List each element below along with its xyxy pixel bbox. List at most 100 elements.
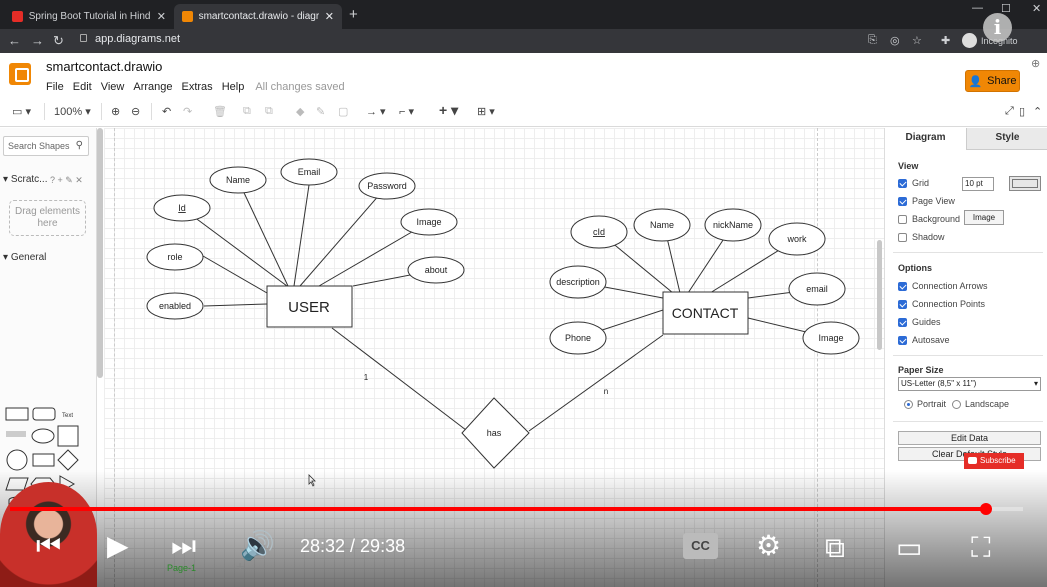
landscape-radio[interactable] bbox=[952, 399, 961, 409]
connection-icon[interactable]: → ▾ bbox=[366, 105, 386, 118]
portrait-option[interactable]: Portrait bbox=[904, 399, 946, 409]
grid-size-input[interactable]: 10 pt bbox=[962, 177, 994, 191]
portrait-radio[interactable] bbox=[904, 399, 913, 409]
grid-checkbox[interactable] bbox=[898, 178, 907, 188]
tab-style[interactable]: Style bbox=[966, 128, 1047, 150]
table-icon[interactable]: ⊞ ▾ bbox=[477, 105, 495, 118]
eye-off-icon[interactable]: ◎ bbox=[890, 34, 900, 47]
background-image-button[interactable]: Image bbox=[964, 210, 1004, 225]
previous-icon[interactable]: ⏮ bbox=[36, 527, 61, 565]
shadow-icon[interactable]: ▢ bbox=[338, 105, 348, 118]
paper-size-value: US-Letter (8,5" x 11") bbox=[901, 379, 977, 388]
browser-tab-drawio[interactable]: smartcontact.drawio - diagrams.n ✕ bbox=[174, 4, 342, 29]
profile-avatar[interactable] bbox=[962, 33, 977, 48]
waypoints-icon[interactable]: ⌐ ▾ bbox=[399, 105, 414, 118]
redo-icon[interactable]: ↷ bbox=[183, 105, 192, 118]
zoom-out-icon[interactable]: ⊖ bbox=[131, 105, 140, 118]
window-close-icon[interactable]: ✕ bbox=[1032, 2, 1041, 15]
miniplayer-icon[interactable]: ⧉ bbox=[825, 529, 845, 567]
view-section-label: View bbox=[898, 161, 919, 171]
background-checkbox[interactable] bbox=[898, 214, 907, 224]
video-progress-bar[interactable] bbox=[10, 503, 1023, 515]
share-button[interactable]: 👤 Share bbox=[965, 70, 1020, 92]
guides-checkbox[interactable] bbox=[898, 317, 907, 327]
search-icon[interactable]: ⚲ bbox=[76, 140, 83, 151]
connection-points-option[interactable]: Connection Points bbox=[898, 299, 985, 309]
globe-icon[interactable]: ⊕ bbox=[1031, 57, 1040, 70]
guides-option[interactable]: Guides bbox=[898, 317, 941, 327]
menu-file[interactable]: File bbox=[46, 81, 64, 93]
add-page-icon[interactable]: + bbox=[236, 558, 244, 574]
play-icon[interactable]: ▶ bbox=[107, 527, 129, 565]
page-view-option[interactable]: Page View bbox=[898, 196, 955, 206]
search-shapes-input[interactable]: Search Shapes ⚲ bbox=[3, 136, 89, 156]
to-back-icon[interactable]: ⧉ bbox=[265, 105, 273, 118]
edit-data-button[interactable]: Edit Data bbox=[898, 431, 1041, 445]
video-controls-gradient bbox=[0, 470, 1047, 587]
shadow-option[interactable]: Shadow bbox=[898, 232, 945, 242]
scratchpad-header[interactable]: ▾ Scratc... bbox=[3, 174, 48, 185]
general-header[interactable]: ▾ General bbox=[3, 252, 46, 263]
connection-arrows-checkbox[interactable] bbox=[898, 281, 907, 291]
file-name[interactable]: smartcontact.drawio bbox=[46, 59, 162, 74]
menu-edit[interactable]: Edit bbox=[73, 81, 92, 93]
shadow-checkbox[interactable] bbox=[898, 232, 907, 242]
menu-help[interactable]: Help bbox=[222, 81, 245, 93]
to-front-icon[interactable]: ⧉ bbox=[243, 105, 251, 118]
page-tab[interactable]: Page-1 bbox=[167, 563, 196, 573]
zoom-select[interactable]: 100% ▾ bbox=[54, 105, 91, 118]
extensions-icon[interactable]: ✚ bbox=[941, 34, 950, 47]
scratchpad-drop-area[interactable]: Drag elements here bbox=[9, 200, 86, 236]
page-view-checkbox[interactable] bbox=[898, 196, 907, 206]
collapse-icon[interactable]: ⌃ bbox=[1033, 105, 1042, 118]
fill-color-icon[interactable]: ◆ bbox=[296, 105, 304, 118]
panel-toggle-icon[interactable]: ▯ bbox=[1019, 105, 1025, 118]
scratchpad-actions[interactable]: ? + ✎ ✕ bbox=[50, 175, 83, 186]
landscape-option[interactable]: Landscape bbox=[952, 399, 1009, 409]
volume-icon[interactable]: 🔊 bbox=[240, 527, 275, 565]
back-icon[interactable]: ← bbox=[8, 33, 21, 48]
minimize-icon[interactable]: — bbox=[972, 2, 983, 14]
menu-extras[interactable]: Extras bbox=[182, 81, 213, 93]
url-field[interactable]: app.diagrams.net bbox=[80, 33, 180, 45]
next-icon[interactable]: ⏭ bbox=[171, 527, 196, 565]
install-icon[interactable]: ⎘ bbox=[868, 34, 877, 47]
app-header: smartcontact.drawio File Edit View Arran… bbox=[0, 53, 1047, 97]
captions-button[interactable]: CC bbox=[683, 533, 718, 559]
canvas-scrollbar[interactable] bbox=[877, 240, 882, 350]
autosave-checkbox[interactable] bbox=[898, 335, 907, 345]
grid-color-picker[interactable] bbox=[1009, 176, 1041, 191]
paper-size-select[interactable]: US-Letter (8,5" x 11") ▾ bbox=[898, 377, 1041, 391]
forward-icon[interactable]: → bbox=[31, 33, 44, 48]
menu-arrange[interactable]: Arrange bbox=[133, 81, 172, 93]
video-scrubber[interactable] bbox=[979, 503, 992, 515]
star-icon[interactable]: ☆ bbox=[912, 34, 922, 47]
info-icon[interactable]: i bbox=[983, 13, 1012, 42]
new-tab-icon[interactable]: + bbox=[349, 6, 358, 23]
close-tab-icon[interactable]: ✕ bbox=[325, 10, 334, 23]
close-tab-icon[interactable]: ✕ bbox=[157, 10, 166, 23]
format-panel-icon[interactable]: ▭ ▾ bbox=[12, 105, 31, 118]
autosave-option[interactable]: Autosave bbox=[898, 335, 950, 345]
undo-icon[interactable]: ↶ bbox=[162, 105, 171, 118]
connection-points-checkbox[interactable] bbox=[898, 299, 907, 309]
delete-icon[interactable]: 🗑 bbox=[213, 105, 227, 118]
subscribe-button[interactable]: Subscribe bbox=[964, 453, 1024, 469]
connection-arrows-option[interactable]: Connection Arrows bbox=[898, 281, 988, 291]
fullscreen-icon[interactable]: ⤢ bbox=[1005, 105, 1014, 118]
browser-tab-youtube[interactable]: Spring Boot Tutorial in Hindi - Yo ✕ bbox=[4, 4, 174, 29]
background-option[interactable]: Background bbox=[898, 214, 960, 224]
reload-icon[interactable]: ↻ bbox=[53, 33, 64, 49]
grid-option[interactable]: Grid bbox=[898, 178, 929, 188]
line-color-icon[interactable]: ✎ bbox=[316, 105, 325, 118]
theater-mode-icon[interactable]: ▭ bbox=[896, 529, 922, 567]
relationship-label: has bbox=[487, 428, 502, 438]
insert-icon[interactable]: + ▾ bbox=[439, 102, 458, 119]
tab-title: smartcontact.drawio - diagrams.n bbox=[198, 11, 319, 22]
tab-diagram[interactable]: Diagram bbox=[885, 128, 966, 150]
fullscreen-icon[interactable]: ⛶ bbox=[971, 529, 991, 567]
settings-gear-icon[interactable]: ⚙ bbox=[756, 527, 781, 565]
menu-view[interactable]: View bbox=[101, 81, 125, 93]
shapes-scrollbar[interactable] bbox=[97, 128, 103, 378]
zoom-in-icon[interactable]: ⊕ bbox=[111, 105, 120, 118]
